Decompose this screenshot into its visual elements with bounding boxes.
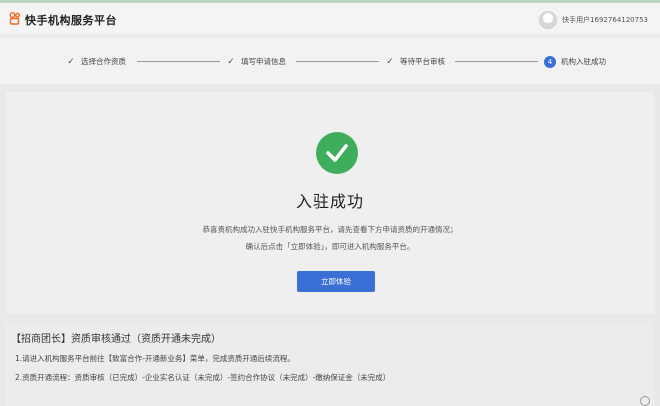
- notice-item: 2.资质开通流程：资质审核（已完成）-企业实名认证（未完成）-签约合作协议（未完…: [15, 373, 391, 382]
- progress-steps: ✓ 选择合作资质 ✓ 填写申请信息 ✓ 等待平台审核 4 机构入驻成功: [0, 38, 660, 84]
- step-connector: [137, 61, 220, 62]
- notice-title: 【招商团长】资质审核通过（资质开通未完成）: [11, 334, 221, 345]
- check-icon: ✓: [227, 56, 235, 67]
- result-hint: 确认后点击「立即体验」，即可进入机构服务平台。: [245, 242, 415, 251]
- app-title[interactable]: 快手机构服务平台: [25, 12, 117, 28]
- step-number: 4: [544, 55, 556, 68]
- try-now-button[interactable]: 立即体验: [297, 271, 375, 292]
- result-description: 恭喜贵机构成功入驻快手机构服务平台，请先查看下方申请资质的开通情况；: [202, 225, 458, 234]
- notice-item: 1.请进入机构服务平台前往【致富合作-开通新业务】菜单，完成资质开通后续流程。: [15, 354, 295, 363]
- top-bar: 快手机构服务平台 快手用户1692764120753: [0, 0, 660, 34]
- support-icon[interactable]: [640, 396, 650, 406]
- step-onboard-success: 4 机构入驻成功: [544, 55, 606, 68]
- step-select-qualification: ✓ 选择合作资质: [66, 55, 126, 68]
- check-circle-icon: [316, 132, 358, 174]
- step-label: 等待平台审核: [400, 57, 445, 66]
- step-connector: [455, 61, 538, 62]
- username[interactable]: 快手用户1692764120753: [562, 15, 648, 25]
- check-icon: ✓: [67, 56, 75, 67]
- kuaishou-logo-icon[interactable]: [9, 12, 21, 25]
- step-label: 填写申请信息: [241, 57, 286, 66]
- step-label: 选择合作资质: [81, 57, 126, 66]
- page-title: 入驻成功: [295, 192, 364, 211]
- step-connector: [296, 61, 379, 62]
- step-await-review: ✓ 等待平台审核: [385, 55, 445, 68]
- check-icon: ✓: [386, 56, 394, 67]
- step-fill-application: ✓ 填写申请信息: [226, 55, 286, 68]
- step-label: 机构入驻成功: [561, 57, 606, 66]
- user-menu[interactable]: 快手用户1692764120753: [539, 9, 648, 31]
- avatar[interactable]: [539, 11, 558, 29]
